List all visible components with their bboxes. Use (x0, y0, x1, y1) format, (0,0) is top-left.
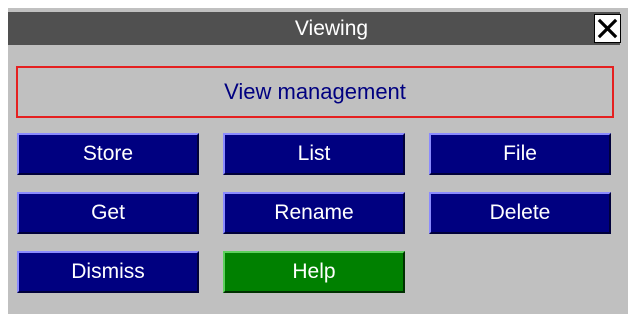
dismiss-button[interactable]: Dismiss (17, 251, 199, 293)
window-title: Viewing (294, 17, 369, 40)
close-button[interactable] (594, 14, 621, 43)
get-button[interactable]: Get (17, 192, 199, 234)
viewing-window: Viewing View management Store List File … (8, 8, 628, 314)
store-button[interactable]: Store (17, 133, 199, 175)
close-icon (597, 18, 618, 39)
help-button[interactable]: Help (223, 251, 405, 293)
rename-button[interactable]: Rename (223, 192, 405, 234)
delete-button[interactable]: Delete (429, 192, 611, 234)
list-button[interactable]: List (223, 133, 405, 175)
file-button[interactable]: File (429, 133, 611, 175)
view-management-banner: View management (16, 66, 614, 118)
title-bar[interactable]: Viewing (8, 12, 620, 45)
